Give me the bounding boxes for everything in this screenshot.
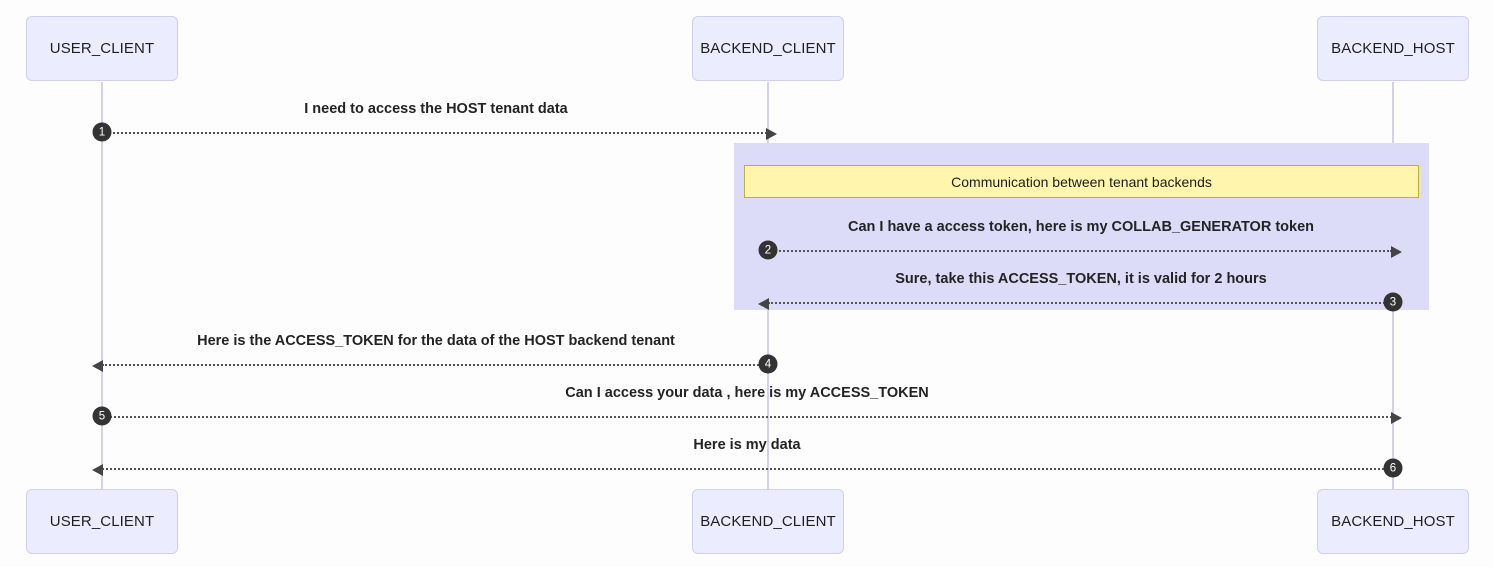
actor-box-backend-host-top[interactable]: BACKEND_HOST bbox=[1317, 16, 1469, 81]
note-box: Communication between tenant backends bbox=[744, 165, 1419, 198]
actor-box-backend-client-top[interactable]: BACKEND_CLIENT bbox=[692, 16, 844, 81]
sequence-badge-2: 2 bbox=[758, 240, 778, 260]
arrow-head-left-icon bbox=[92, 464, 103, 476]
sequence-badge-6: 6 bbox=[1383, 458, 1403, 478]
arrow-head-right-icon bbox=[1391, 246, 1402, 258]
message-label-6: Here is my data bbox=[693, 437, 801, 453]
arrow-head-right-icon bbox=[766, 128, 777, 140]
arrow-head-left-icon bbox=[92, 360, 103, 372]
arrow-head-left-icon bbox=[758, 298, 769, 310]
actor-label-user-client-bottom: USER_CLIENT bbox=[49, 513, 155, 530]
actor-label-backend-host-top: BACKEND_HOST bbox=[1331, 40, 1455, 57]
actor-label-user-client-top: USER_CLIENT bbox=[49, 40, 155, 57]
message-line-6 bbox=[92, 464, 1392, 476]
message-line-5 bbox=[102, 412, 1402, 424]
sequence-badge-3: 3 bbox=[1383, 292, 1403, 312]
actor-box-backend-client-bottom[interactable]: BACKEND_CLIENT bbox=[692, 489, 844, 554]
message-label-5: Can I access your data , here is my ACCE… bbox=[565, 385, 929, 401]
message-line-2 bbox=[768, 246, 1402, 258]
actor-box-user-client-bottom[interactable]: USER_CLIENT bbox=[26, 489, 178, 554]
message-label-1: I need to access the HOST tenant data bbox=[304, 101, 568, 117]
message-label-4: Here is the ACCESS_TOKEN for the data of… bbox=[197, 333, 675, 349]
sequence-badge-5: 5 bbox=[92, 406, 112, 426]
message-label-3: Sure, take this ACCESS_TOKEN, it is vali… bbox=[895, 271, 1267, 287]
message-line-1 bbox=[102, 128, 777, 140]
actor-label-backend-client-bottom: BACKEND_CLIENT bbox=[700, 513, 836, 530]
sequence-badge-4: 4 bbox=[758, 354, 778, 374]
message-line-3 bbox=[758, 298, 1392, 310]
sequence-badge-1: 1 bbox=[92, 122, 112, 142]
message-line-4 bbox=[92, 360, 767, 372]
arrow-head-right-icon bbox=[1391, 412, 1402, 424]
actor-box-user-client-top[interactable]: USER_CLIENT bbox=[26, 16, 178, 81]
actor-label-backend-client-top: BACKEND_CLIENT bbox=[700, 40, 836, 57]
actor-box-backend-host-bottom[interactable]: BACKEND_HOST bbox=[1317, 489, 1469, 554]
actor-label-backend-host-bottom: BACKEND_HOST bbox=[1331, 513, 1455, 530]
sequence-diagram: Communication between tenant backends US… bbox=[0, 0, 1493, 567]
lifeline-user-client bbox=[101, 82, 103, 490]
message-label-2: Can I have a access token, here is my CO… bbox=[847, 219, 1315, 235]
note-label: Communication between tenant backends bbox=[951, 173, 1212, 190]
